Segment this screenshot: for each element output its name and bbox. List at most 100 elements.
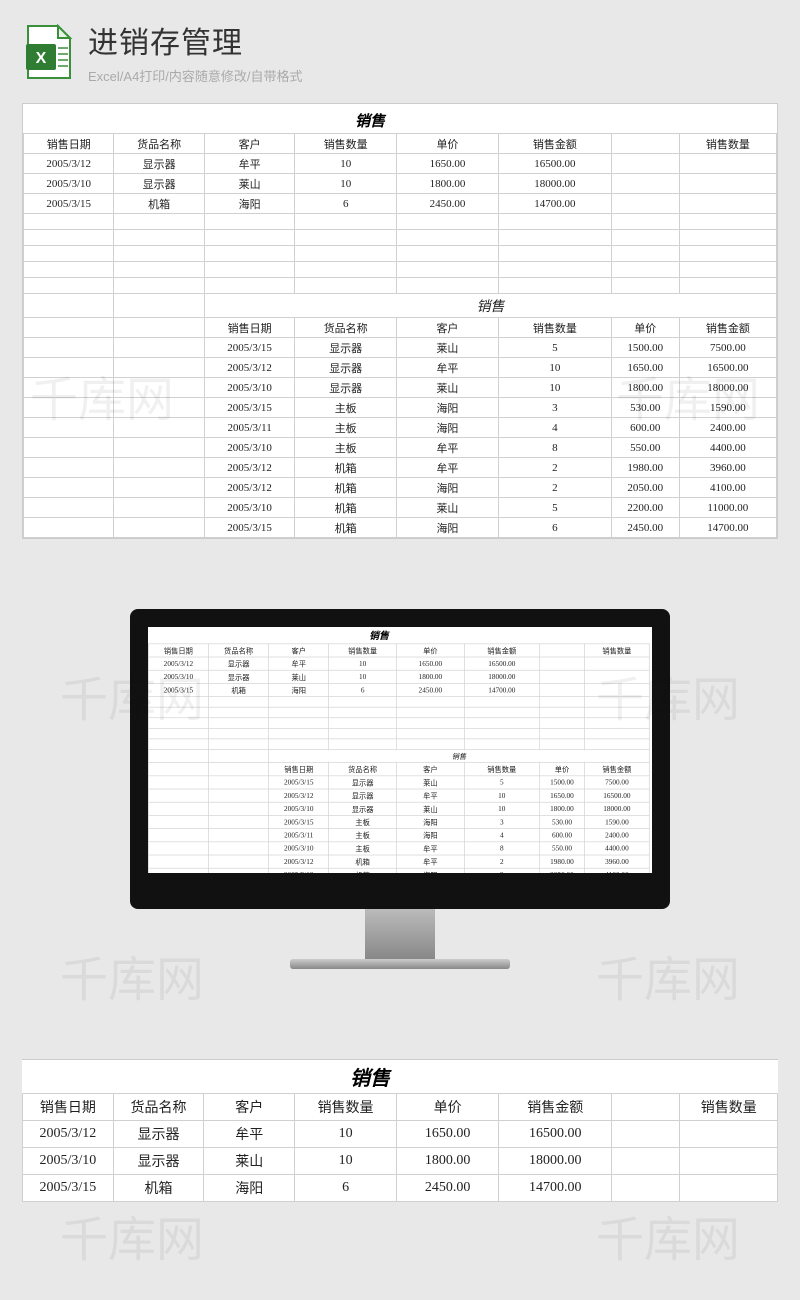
cell: 2005/3/12 <box>269 789 329 802</box>
empty-cell <box>24 418 114 438</box>
empty-cell <box>208 868 268 881</box>
watermark: 千库网 <box>596 1200 740 1270</box>
cell: 2200.00 <box>539 881 584 894</box>
cell: 海阳 <box>397 478 499 498</box>
empty-cell <box>24 438 114 458</box>
table-row: 2005/3/12机箱海阳22050.004100.00 <box>24 478 777 498</box>
cell: 显示器 <box>295 338 397 358</box>
empty-cell <box>148 829 208 842</box>
table-row: 2005/3/12机箱海阳22050.004100.00 <box>148 868 649 881</box>
cell: 10 <box>498 358 611 378</box>
empty-cell <box>114 518 204 538</box>
empty-cell <box>680 1175 778 1202</box>
cell: 4 <box>498 418 611 438</box>
cell: 2050.00 <box>611 478 679 498</box>
cell: 1590.00 <box>585 815 650 828</box>
cell: 10 <box>464 789 539 802</box>
cell: 530.00 <box>611 398 679 418</box>
cell: 牟平 <box>397 842 465 855</box>
cell: 2005/3/12 <box>24 154 114 174</box>
cell: 10 <box>295 174 397 194</box>
empty-cell <box>585 670 650 683</box>
cell: 10 <box>329 670 397 683</box>
col-header: 货品名称 <box>113 1094 204 1121</box>
cell: 海阳 <box>397 418 499 438</box>
col-header-amount: 销售金额 <box>679 318 776 338</box>
bottom-sales-table: 销售日期 货品名称 客户 销售数量 单价 销售金额 销售数量 2005/3/12… <box>22 1093 778 1202</box>
table-row: 2005/3/10主板牟平8550.004400.00 <box>24 438 777 458</box>
cell: 4 <box>464 829 539 842</box>
cell: 3960.00 <box>679 458 776 478</box>
cell: 2005/3/12 <box>148 657 208 670</box>
cell: 主板 <box>295 418 397 438</box>
monitor-table2-title: 销售 <box>269 749 650 762</box>
empty-cell <box>612 1121 680 1148</box>
empty-cell <box>148 776 208 789</box>
cell: 1980.00 <box>539 855 584 868</box>
cell: 2005/3/10 <box>269 881 329 894</box>
cell: 2005/3/10 <box>148 670 208 683</box>
cell: 机箱 <box>295 518 397 538</box>
table-row: 2005/3/12机箱牟平21980.003960.00 <box>24 458 777 478</box>
cell: 2005/3/12 <box>204 458 294 478</box>
table-row: 2005/3/10显示器莱山101800.0018000.00 <box>148 802 649 815</box>
empty-cell <box>208 829 268 842</box>
spreadsheet-preview: 销售 销售日期 货品名称 客户 销售数量 单价 销售金额 销售数量 2005/3… <box>22 103 778 539</box>
cell: 600.00 <box>611 418 679 438</box>
empty-cell <box>611 154 679 174</box>
cell: 海阳 <box>204 194 294 214</box>
cell: 10 <box>329 657 397 670</box>
cell: 海阳 <box>397 815 465 828</box>
cell: 主板 <box>295 398 397 418</box>
empty-cell <box>114 498 204 518</box>
empty-cell <box>114 418 204 438</box>
table-row: 2005/3/15机箱海阳62450.0014700.00 <box>24 518 777 538</box>
empty-cell <box>148 802 208 815</box>
cell: 2450.00 <box>397 1175 499 1202</box>
empty-cell <box>539 683 584 696</box>
empty-cell <box>208 802 268 815</box>
cell: 牟平 <box>397 438 499 458</box>
table-row: 2005/3/15机箱海阳62450.0014700.00 <box>24 194 777 214</box>
cell: 5 <box>498 498 611 518</box>
monitor-table1-title: 销售 <box>130 627 650 644</box>
cell: 4400.00 <box>585 842 650 855</box>
table2-title: 销售 <box>204 294 776 318</box>
cell: 18000.00 <box>464 670 539 683</box>
col-header: 销售金额 <box>464 644 539 657</box>
col-header: 销售数量 <box>585 644 650 657</box>
col-header-amount: 销售金额 <box>498 134 611 154</box>
cell: 机箱 <box>114 194 204 214</box>
cell: 海阳 <box>397 829 465 842</box>
col-header: 销售数量 <box>464 763 539 776</box>
cell: 莱山 <box>204 1148 295 1175</box>
cell: 主板 <box>329 829 397 842</box>
cell: 1650.00 <box>539 789 584 802</box>
col-header-customer: 客户 <box>397 318 499 338</box>
col-header: 销售数量 <box>680 1094 778 1121</box>
cell: 海阳 <box>397 518 499 538</box>
cell: 机箱 <box>329 855 397 868</box>
col-header-extra: 销售数量 <box>679 134 776 154</box>
bottom-cropped-preview: 销售 销售日期 货品名称 客户 销售数量 单价 销售金额 销售数量 2005/3… <box>22 1059 778 1202</box>
empty-cell <box>539 670 584 683</box>
empty-cell <box>24 478 114 498</box>
cell: 4100.00 <box>585 868 650 881</box>
table2-header-row: 销售日期 货品名称 客户 销售数量 单价 销售金额 <box>24 318 777 338</box>
cell: 显示器 <box>208 657 268 670</box>
cell: 2005/3/15 <box>269 815 329 828</box>
empty-cell <box>24 338 114 358</box>
col-header: 销售金额 <box>499 1094 612 1121</box>
cell: 16500.00 <box>499 1121 612 1148</box>
empty-cell <box>585 683 650 696</box>
cell: 6 <box>295 1175 397 1202</box>
cell: 2005/3/10 <box>204 498 294 518</box>
empty-cell <box>680 1148 778 1175</box>
empty-cell <box>585 657 650 670</box>
cell: 2005/3/15 <box>269 776 329 789</box>
cell: 莱山 <box>397 881 465 894</box>
table-row: 2005/3/12显示器牟平101650.0016500.00 <box>24 358 777 378</box>
cell: 海阳 <box>204 1175 295 1202</box>
cell: 10 <box>498 378 611 398</box>
cell: 600.00 <box>539 829 584 842</box>
